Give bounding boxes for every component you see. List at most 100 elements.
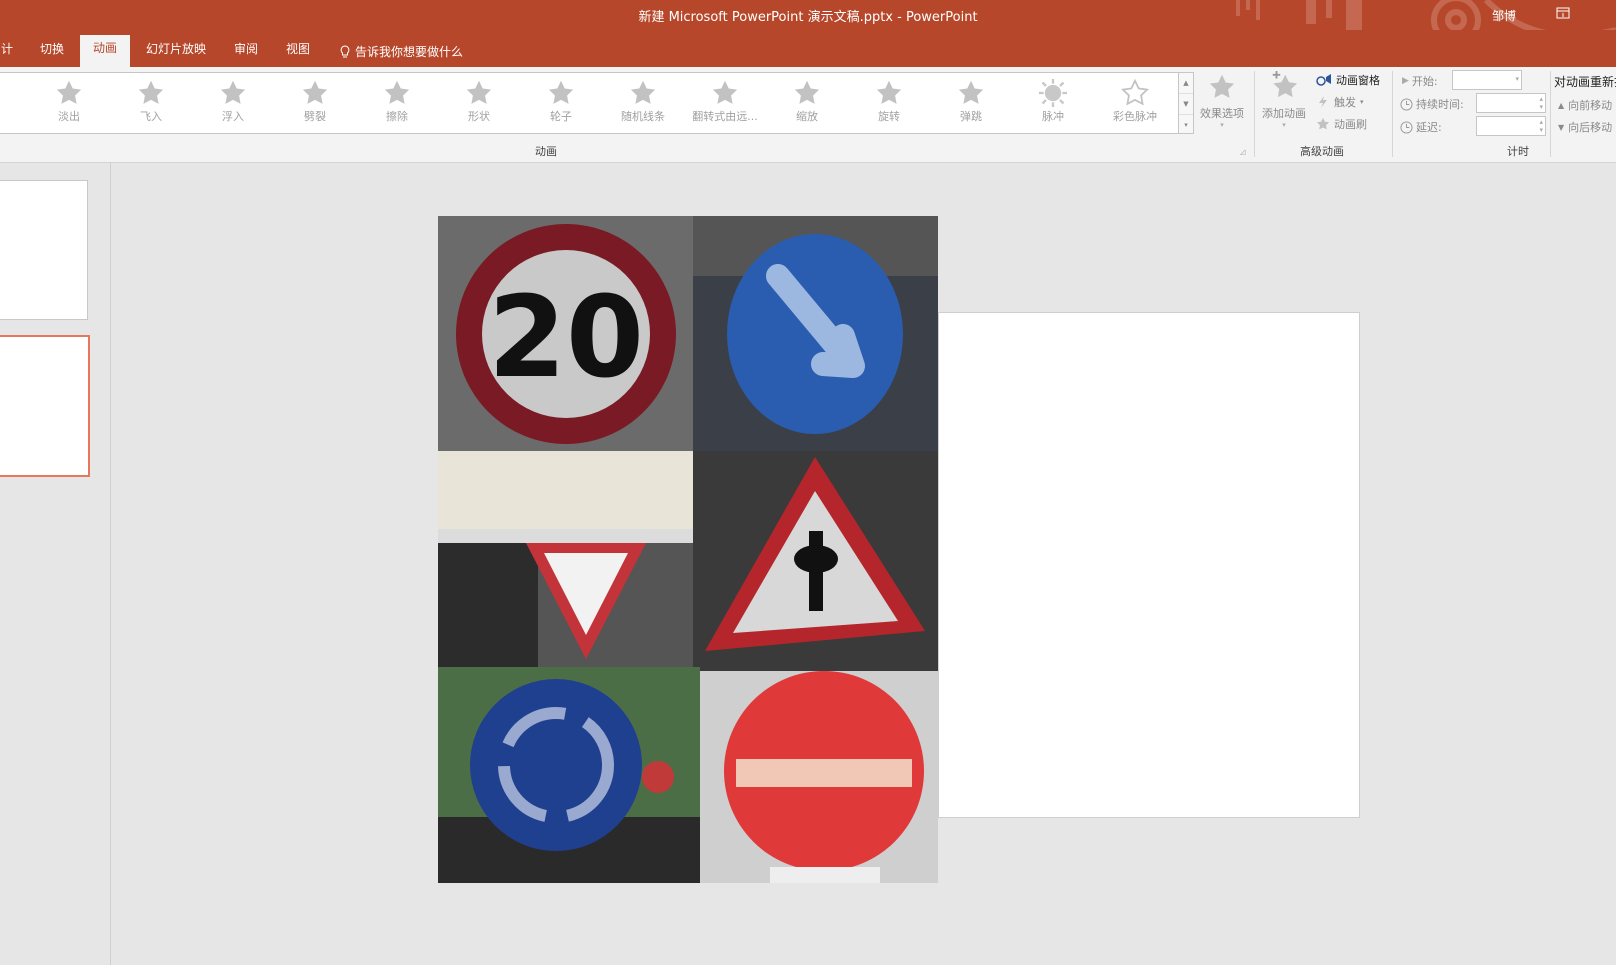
reorder-section: 对动画重新排序 ▲ 向前移动 ▼ 向后移动 xyxy=(1554,71,1616,151)
roundabout-sign-icon xyxy=(438,667,700,883)
chevron-down-icon: ▾ xyxy=(1282,121,1286,129)
priority-crossroad-sign[interactable] xyxy=(693,451,938,671)
start-dropdown[interactable]: ▾ xyxy=(1452,70,1522,90)
gallery-more-icon[interactable]: ▾ xyxy=(1179,115,1193,135)
chevron-down-icon: ▾ xyxy=(1220,121,1224,129)
chevron-down-icon: ▾ xyxy=(1515,75,1519,83)
effect-pulse[interactable]: 脉冲 xyxy=(1018,77,1088,129)
effect-label: 随机线条 xyxy=(621,110,665,123)
effect-random-bars[interactable]: 随机线条 xyxy=(608,77,678,129)
effect-swivel[interactable]: 旋转 xyxy=(854,77,924,129)
move-later-button[interactable]: ▼ 向后移动 xyxy=(1558,119,1612,135)
gallery-scroll[interactable]: ▲ ▼ ▾ xyxy=(1178,72,1194,134)
effect-wipe[interactable]: 擦除 xyxy=(362,77,432,129)
effect-split[interactable]: 劈裂 xyxy=(280,77,350,129)
triangle-down-icon: ▼ xyxy=(1558,122,1565,132)
duration-input[interactable]: ▴ ▾ xyxy=(1476,93,1546,113)
tab-design[interactable]: 计 xyxy=(0,38,14,67)
tab-transitions[interactable]: 切换 xyxy=(30,38,74,67)
trigger-button[interactable]: 触发 ▾ xyxy=(1316,94,1364,110)
effect-fade[interactable]: 淡出 xyxy=(34,77,104,129)
clock-icon xyxy=(1400,120,1413,134)
delay-input[interactable]: ▴ ▾ xyxy=(1476,116,1546,136)
effect-label: 彩色脉冲 xyxy=(1113,110,1157,123)
delay-label-text: 延迟: xyxy=(1416,121,1442,134)
effect-options-button[interactable]: 效果选项 ▾ xyxy=(1196,73,1248,129)
speed-limit-text: 20 xyxy=(488,273,644,403)
star-icon xyxy=(384,80,410,104)
start-label: ▶ 开始: xyxy=(1402,73,1438,89)
spinner-icon[interactable]: ▴ ▾ xyxy=(1539,118,1543,134)
effect-label: 轮子 xyxy=(550,110,572,123)
group-separator xyxy=(1550,71,1551,157)
group-separator xyxy=(1254,71,1255,157)
star-icon xyxy=(56,80,82,104)
speed-limit-20-sign[interactable]: 20 xyxy=(438,216,693,451)
effect-label: 擦除 xyxy=(386,110,408,123)
duration-label-text: 持续时间: xyxy=(1416,98,1464,111)
advanced-animation-group-label: 高级动画 xyxy=(1300,145,1344,158)
title-bar: 新建 Microsoft PowerPoint 演示文稿.pptx - Powe… xyxy=(0,0,1616,30)
speed-limit-sign-icon: 20 xyxy=(438,216,693,451)
effect-wheel[interactable]: 轮子 xyxy=(526,77,596,129)
effect-options-label: 效果选项 xyxy=(1200,107,1244,120)
window-title: 新建 Microsoft PowerPoint 演示文稿.pptx - Powe… xyxy=(638,10,978,25)
yield-sign[interactable] xyxy=(438,451,693,667)
animation-pane-button[interactable]: 动画窗格 xyxy=(1316,72,1380,88)
ribbon-display-options-icon[interactable] xyxy=(1555,5,1571,21)
user-name[interactable]: 邹博 xyxy=(1492,7,1516,24)
star-icon xyxy=(876,80,902,104)
tab-view[interactable]: 视图 xyxy=(280,38,316,67)
effect-fly-in[interactable]: 飞入 xyxy=(116,77,186,129)
effect-float-in[interactable]: 浮入 xyxy=(198,77,268,129)
effect-zoom[interactable]: 缩放 xyxy=(772,77,842,129)
star-icon xyxy=(630,80,656,104)
slide-thumbnail-pane[interactable] xyxy=(0,163,111,965)
slide-thumbnail[interactable] xyxy=(0,180,88,320)
star-burst-icon xyxy=(1121,79,1149,106)
roundabout-sign[interactable] xyxy=(438,667,700,883)
star-icon xyxy=(302,80,328,104)
animation-group-label: 动画 xyxy=(535,145,557,158)
effect-color-pulse[interactable]: 彩色脉冲 xyxy=(1100,77,1170,129)
star-icon xyxy=(958,80,984,104)
add-animation-button[interactable]: 添加动画 ▾ xyxy=(1258,71,1310,129)
animation-painter-button[interactable]: 动画刷 xyxy=(1316,116,1367,132)
animation-gallery: 淡出 飞入 浮入 劈裂 擦除 形状 轮子 随机线条 翻转式由远... 缩放 旋转… xyxy=(0,72,1179,134)
sun-icon xyxy=(1039,79,1067,107)
animation-pane-label: 动画窗格 xyxy=(1336,74,1380,87)
move-earlier-label: 向前移动 xyxy=(1568,99,1613,112)
effect-grow-turn[interactable]: 翻转式由远... xyxy=(690,77,760,129)
timing-group-label: 计时 xyxy=(1507,145,1529,158)
tab-animations[interactable]: 动画 xyxy=(80,35,130,67)
slide-thumbnail-selected[interactable] xyxy=(0,335,90,477)
dialog-launcher-icon[interactable]: ◿ xyxy=(1240,148,1245,156)
move-earlier-button[interactable]: ▲ 向前移动 xyxy=(1558,97,1612,113)
group-separator xyxy=(1392,71,1393,157)
ribbon-tabs: 计 切换 动画 幻灯片放映 审阅 视图 告诉我你想要做什么 xyxy=(0,30,1616,67)
tell-me-box[interactable]: 告诉我你想要做什么 xyxy=(340,43,463,60)
keep-right-sign[interactable] xyxy=(693,216,938,451)
yield-sign-icon xyxy=(438,451,693,667)
play-icon: ▶ xyxy=(1402,76,1409,86)
star-icon xyxy=(466,80,492,104)
priority-crossroad-sign-icon xyxy=(693,451,938,671)
animations-ribbon: 淡出 飞入 浮入 劈裂 擦除 形状 轮子 随机线条 翻转式由远... 缩放 旋转… xyxy=(0,67,1616,163)
add-animation-label: 添加动画 xyxy=(1262,107,1306,120)
tab-slideshow[interactable]: 幻灯片放映 xyxy=(140,38,212,67)
star-icon xyxy=(548,80,574,104)
no-entry-sign[interactable] xyxy=(700,671,938,883)
add-star-icon xyxy=(1272,71,1298,98)
slide-canvas[interactable] xyxy=(938,312,1360,818)
scroll-up-icon[interactable]: ▲ xyxy=(1179,73,1193,94)
effect-bounce[interactable]: 弹跳 xyxy=(936,77,1006,129)
chevron-down-icon: ▾ xyxy=(1360,98,1364,106)
tab-review[interactable]: 审阅 xyxy=(228,38,264,67)
effect-label: 翻转式由远... xyxy=(692,110,758,123)
effect-shape[interactable]: 形状 xyxy=(444,77,514,129)
scroll-down-icon[interactable]: ▼ xyxy=(1179,94,1193,115)
effect-label: 缩放 xyxy=(796,110,818,123)
tell-me-text: 告诉我你想要做什么 xyxy=(355,45,464,59)
effect-label: 脉冲 xyxy=(1042,110,1064,123)
spinner-icon[interactable]: ▴ ▾ xyxy=(1539,95,1543,111)
